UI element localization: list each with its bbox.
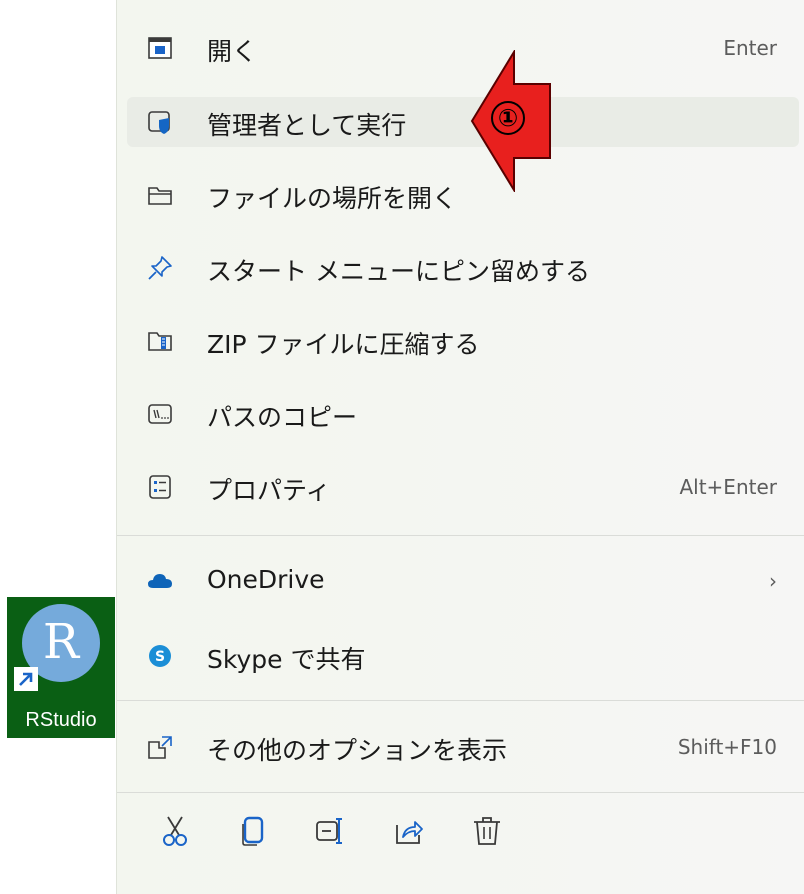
menu-item-copy-path[interactable]: パスのコピー: [127, 389, 799, 439]
more-options-icon: [148, 736, 172, 759]
menu-item-label: 管理者として実行: [207, 111, 407, 140]
menu-item-label: Skype で共有: [207, 645, 366, 674]
cut-icon[interactable]: [157, 813, 193, 849]
menu-item-properties[interactable]: プロパティ Alt+Enter: [127, 462, 799, 512]
menu-separator: [117, 792, 804, 793]
menu-item-shortcut: Shift+F10: [677, 735, 777, 759]
open-window-icon: [148, 37, 172, 59]
folder-icon: [148, 187, 172, 205]
menu-separator: [117, 535, 804, 536]
desktop-icon-label: RStudio: [25, 709, 97, 731]
copy-path-icon: [148, 404, 172, 424]
shield-run-as-admin-icon: [148, 111, 170, 134]
menu-item-shortcut: Alt+Enter: [679, 475, 777, 499]
menu-item-onedrive[interactable]: OneDrive ›: [127, 556, 799, 606]
menu-item-label: ZIP ファイルに圧縮する: [207, 330, 480, 359]
menu-item-compress-zip[interactable]: ZIP ファイルに圧縮する: [127, 316, 799, 366]
annotation-step-number: ①: [497, 104, 519, 132]
rename-icon[interactable]: [313, 813, 349, 849]
menu-item-shortcut: Enter: [723, 36, 777, 60]
skype-icon: S: [149, 645, 171, 667]
menu-item-pin-to-start[interactable]: スタート メニューにピン留めする: [127, 243, 799, 293]
menu-item-label: その他のオプションを表示: [207, 736, 508, 765]
menu-item-label: 開く: [207, 37, 258, 66]
pin-icon: [148, 256, 172, 280]
submenu-chevron-icon: ›: [769, 569, 777, 593]
context-menu: 開く Enter 管理者として実行 ファイルの場所を開く スタート メニューにピ…: [116, 0, 804, 894]
menu-item-skype-share[interactable]: S Skype で共有: [127, 631, 799, 681]
desktop-shortcut-rstudio[interactable]: R RStudio: [7, 597, 115, 738]
zip-folder-icon: [148, 332, 172, 351]
onedrive-cloud-icon: [148, 574, 172, 588]
shortcut-arrow-icon: [14, 667, 38, 691]
menu-item-open-file-location[interactable]: ファイルの場所を開く: [127, 170, 799, 220]
menu-item-run-as-admin[interactable]: 管理者として実行: [127, 97, 799, 147]
menu-item-open[interactable]: 開く Enter: [127, 23, 799, 73]
menu-item-label: パスのコピー: [207, 403, 358, 432]
share-icon[interactable]: [391, 813, 427, 849]
menu-item-show-more-options[interactable]: その他のオプションを表示 Shift+F10: [127, 722, 799, 772]
menu-item-label: スタート メニューにピン留めする: [207, 257, 590, 286]
menu-item-label: OneDrive: [207, 565, 325, 594]
menu-item-label: プロパティ: [207, 476, 331, 505]
copy-icon[interactable]: [235, 813, 271, 849]
svg-text:S: S: [155, 649, 165, 665]
delete-icon[interactable]: [469, 813, 505, 849]
menu-separator: [117, 700, 804, 701]
menu-item-label: ファイルの場所を開く: [207, 184, 458, 213]
properties-icon: [149, 475, 171, 499]
